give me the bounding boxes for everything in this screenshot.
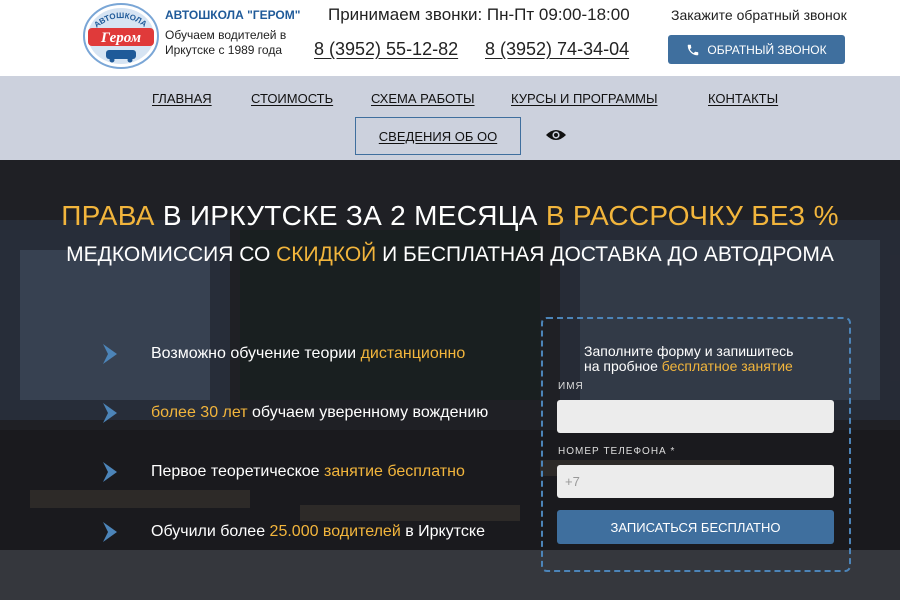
feature-text: Возможно обучение теории дистанционно bbox=[151, 345, 466, 362]
phone-label: НОМЕР ТЕЛЕФОНА * bbox=[558, 446, 676, 457]
chevron-right-icon bbox=[103, 522, 117, 542]
nav-item-price[interactable]: СТОИМОСТЬ bbox=[251, 91, 333, 106]
submit-button[interactable]: ЗАПИСАТЬСЯ БЕСПЛАТНО bbox=[557, 510, 834, 544]
feature-text: Обучили более 25.000 водителей в Иркутск… bbox=[151, 523, 485, 540]
headline-2-c: И БЕСПЛАТНАЯ ДОСТАВКА ДО АВТОДРОМА bbox=[376, 243, 834, 266]
phone-link-2[interactable]: 8 (3952) 74-34-04 bbox=[485, 39, 629, 60]
hero-headline: ПРАВА В ИРКУТСКЕ ЗА 2 МЕСЯЦА В РАССРОЧКУ… bbox=[0, 200, 900, 232]
phone-link-1[interactable]: 8 (3952) 55-12-82 bbox=[314, 39, 458, 60]
nav-item-info[interactable]: СВЕДЕНИЯ ОБ ОО bbox=[355, 117, 521, 155]
phone-input[interactable] bbox=[557, 465, 834, 498]
headline-2-a: МЕДКОМИССИЯ СО bbox=[66, 243, 277, 266]
callback-button-label: ОБРАТНЫЙ ЗВОНОК bbox=[707, 42, 827, 57]
brand-tagline: Обучаем водителей в Иркутске с 1989 года bbox=[165, 28, 287, 57]
callback-button[interactable]: ОБРАТНЫЙ ЗВОНОК bbox=[668, 35, 845, 64]
nav-item-scheme[interactable]: СХЕМА РАБОТЫ bbox=[371, 91, 475, 106]
nav-item-main[interactable]: ГЛАВНАЯ bbox=[152, 91, 212, 106]
feature-text: Первое теоретическое занятие бесплатно bbox=[151, 463, 465, 480]
feature-text: более 30 лет обучаем уверенному вождению bbox=[151, 404, 489, 421]
main-nav: ГЛАВНАЯ СТОИМОСТЬ СХЕМА РАБОТЫ КУРСЫ И П… bbox=[0, 76, 900, 160]
nav-item-info-label: СВЕДЕНИЯ ОБ ОО bbox=[378, 128, 498, 144]
feature-item: более 30 лет обучаем уверенному вождению bbox=[100, 400, 488, 426]
logo-word: Гером bbox=[100, 30, 141, 46]
submit-button-label: ЗАПИСАТЬСЯ БЕСПЛАТНО bbox=[610, 519, 781, 535]
name-input[interactable] bbox=[557, 400, 834, 433]
chevron-right-icon bbox=[103, 344, 117, 364]
hero-section: ПРАВА В ИРКУТСКЕ ЗА 2 МЕСЯЦА В РАССРОЧКУ… bbox=[0, 160, 900, 600]
nav-item-contacts[interactable]: КОНТАКТЫ bbox=[708, 91, 778, 106]
form-title: Заполните форму и запишитесь на пробное … bbox=[584, 343, 794, 374]
brand-name: АВТОШКОЛА "ГЕРОМ" bbox=[165, 8, 301, 22]
feature-item: Обучили более 25.000 водителей в Иркутск… bbox=[100, 519, 485, 545]
call-hours: Принимаем звонки: Пн-Пт 09:00-18:00 bbox=[328, 5, 630, 24]
feature-item: Возможно обучение теории дистанционно bbox=[100, 341, 465, 367]
headline-1-b: В ИРКУТСКЕ ЗА 2 МЕСЯЦА bbox=[154, 200, 546, 231]
headline-1-a: ПРАВА bbox=[61, 200, 155, 231]
name-label: ИМЯ bbox=[558, 381, 584, 392]
chevron-right-icon bbox=[103, 403, 117, 423]
hero-subheadline: МЕДКОМИССИЯ СО СКИДКОЙ И БЕСПЛАТНАЯ ДОСТ… bbox=[0, 243, 900, 267]
headline-1-c: В РАССРОЧКУ БЕЗ % bbox=[545, 200, 839, 231]
headline-2-b: СКИДКОЙ bbox=[276, 243, 377, 266]
chevron-right-icon bbox=[103, 462, 117, 482]
callback-hint: Закажите обратный звонок bbox=[671, 7, 847, 23]
logo-icon[interactable]: АВТОШКОЛА Гером bbox=[82, 2, 160, 70]
site-header: АВТОШКОЛА Гером АВТОШКОЛА "ГЕРОМ" Обучае… bbox=[0, 0, 900, 76]
eye-icon[interactable] bbox=[545, 128, 567, 142]
feature-item: Первое теоретическое занятие бесплатно bbox=[100, 459, 465, 485]
nav-item-courses[interactable]: КУРСЫ И ПРОГРАММЫ bbox=[511, 91, 658, 106]
phone-icon bbox=[688, 44, 699, 55]
